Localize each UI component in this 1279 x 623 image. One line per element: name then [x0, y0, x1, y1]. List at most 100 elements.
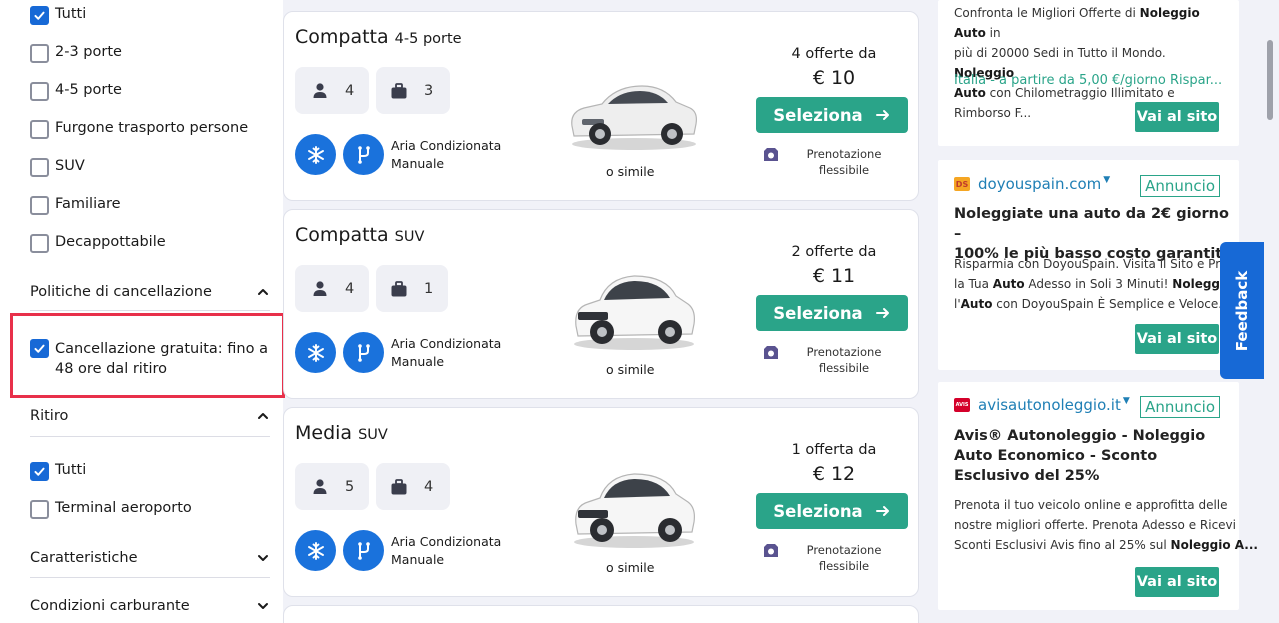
- checkbox-icon[interactable]: [30, 500, 49, 519]
- ad-desc-line: Confronta le Migliori Offerte di Noleggi…: [954, 3, 1224, 43]
- car-title: Compatta SUV: [295, 224, 424, 246]
- feature-ac: Aria Condizionata: [391, 534, 502, 549]
- car-image-suv: [574, 473, 695, 548]
- ad-text: Sconti Esclusivi Avis fino al 25% sul: [954, 538, 1171, 552]
- snowflake-icon: [295, 332, 336, 373]
- filter-pickup-terminal[interactable]: Terminal aeroporto: [30, 500, 192, 519]
- ad-text: l': [954, 297, 961, 311]
- person-icon: [313, 280, 327, 296]
- feedback-label: Feedback: [1233, 270, 1251, 351]
- ad-text-bold: Auto: [960, 297, 993, 311]
- filter-car-type-familiare[interactable]: Familiare: [30, 196, 121, 215]
- feature-transmission: Manuale: [391, 552, 445, 567]
- checkbox-icon[interactable]: [30, 158, 49, 177]
- car-features: Aria Condizionata Manuale: [391, 335, 501, 371]
- offers-count: 1 offerta da: [791, 442, 877, 458]
- feedback-tab[interactable]: Feedback: [1220, 242, 1264, 379]
- select-label: Seleziona: [773, 303, 863, 323]
- filter-car-type-2-3-porte[interactable]: 2-3 porte: [30, 44, 122, 63]
- visit-site-button[interactable]: Vai al sito: [1135, 102, 1219, 132]
- checkbox-checked-icon[interactable]: [30, 462, 49, 481]
- car-result-card[interactable]: Compatta 4-5 porte 4 3 Aria Condizionata M…: [283, 11, 919, 201]
- select-button[interactable]: Seleziona: [756, 295, 908, 331]
- flexible-line2: flessibile: [818, 163, 870, 177]
- caret-down-icon: ▼: [1103, 175, 1111, 185]
- arrow-right-icon: [875, 110, 889, 120]
- ad-desc-line: Risparmia con DoyouSpain. Visita il Sito…: [954, 257, 1236, 271]
- similar-label: o simile: [606, 164, 655, 179]
- section-header-features[interactable]: Caratteristiche: [30, 550, 270, 566]
- passengers-count: 4: [345, 82, 355, 99]
- checkbox-icon[interactable]: [30, 82, 49, 101]
- visit-site-button[interactable]: Vai al sito: [1135, 324, 1219, 354]
- ad-domain: avisautonoleggio.it: [978, 396, 1121, 414]
- ad-brand[interactable]: DS doyouspain.com ▼: [954, 175, 1110, 193]
- passengers-pill: 4: [295, 67, 369, 114]
- ad-text: in: [985, 26, 1001, 40]
- checkbox-icon[interactable]: [30, 196, 49, 215]
- avis-logo: AVIS: [954, 398, 970, 412]
- filter-label: Furgone trasporto persone: [55, 120, 249, 136]
- filter-car-type-furgone[interactable]: Furgone trasporto persone: [30, 120, 248, 139]
- ad-desc-line: l'Auto con DoyouSpain È Semplice e Veloc…: [954, 294, 1236, 314]
- chevron-down-icon: [258, 603, 268, 609]
- flexible-booking-icon: [764, 148, 778, 161]
- car-category: Compatta: [295, 224, 389, 246]
- ad-desc-line: nostre migliori offerte. Prenota Adesso …: [954, 518, 1236, 532]
- filter-label: Terminal aeroporto: [55, 500, 192, 516]
- car-image-suv: [574, 275, 695, 350]
- ad-headline-line: Auto Economico - Sconto: [954, 448, 1158, 464]
- passengers-count: 5: [345, 478, 355, 495]
- car-result-card[interactable]: Media SUV 5 4 Aria Condizionata Manuale o …: [283, 407, 919, 597]
- filter-label: SUV: [55, 158, 85, 174]
- checkbox-icon[interactable]: [30, 234, 49, 253]
- ad-brand[interactable]: AVIS avisautonoleggio.it ▼: [954, 396, 1130, 414]
- chevron-up-icon: [258, 413, 268, 419]
- ad-card[interactable]: AVIS avisautonoleggio.it ▼ Annuncio Avis®…: [938, 382, 1258, 610]
- passengers-count: 4: [345, 280, 355, 297]
- checkbox-checked-icon[interactable]: [30, 339, 49, 358]
- car-result-card-partial[interactable]: [283, 605, 919, 623]
- arrow-right-icon: [875, 506, 889, 516]
- select-button[interactable]: Seleziona: [756, 97, 908, 133]
- section-header-cancellation[interactable]: Politiche di cancellazione: [30, 284, 270, 300]
- bags-count: 4: [424, 478, 434, 495]
- visit-site-button[interactable]: Vai al sito: [1135, 567, 1219, 597]
- ad-sitelink[interactable]: Italia - a partire da 5,00 €/giorno Risp…: [954, 73, 1222, 88]
- flexible-line1: Prenotazione: [806, 345, 882, 359]
- flexible-line1: Prenotazione: [806, 543, 882, 557]
- flexible-booking-icon: [764, 346, 778, 359]
- ad-card[interactable]: Confronta le Migliori Offerte di Noleggi…: [938, 0, 1239, 146]
- checkbox-icon[interactable]: [30, 120, 49, 139]
- filter-free-cancellation[interactable]: Cancellazione gratuita: fino a 48 ore da…: [30, 339, 268, 379]
- ad-headline[interactable]: Avis® Autonoleggio - Noleggio Auto Econo…: [954, 426, 1234, 486]
- flexible-line2: flessibile: [818, 559, 870, 573]
- bags-pill: 1: [376, 265, 448, 312]
- checkbox-icon[interactable]: [30, 44, 49, 63]
- section-header-pickup[interactable]: Ritiro: [30, 408, 270, 424]
- filter-car-type-tutti[interactable]: Tutti: [30, 6, 86, 25]
- scrollbar-thumb[interactable]: [1267, 40, 1273, 120]
- snowflake-icon: [295, 134, 336, 175]
- checkbox-checked-icon[interactable]: [30, 6, 49, 25]
- feature-transmission: Manuale: [391, 156, 445, 171]
- ad-card[interactable]: DS doyouspain.com ▼ Annuncio Noleggiate u…: [938, 160, 1239, 370]
- divider: [30, 436, 270, 437]
- divider: [30, 310, 270, 311]
- bags-pill: 3: [376, 67, 450, 114]
- luggage-icon: [391, 280, 407, 296]
- ad-text: Adesso in Soli 3 Minuti!: [1024, 277, 1173, 291]
- filter-pickup-tutti[interactable]: Tutti: [30, 462, 86, 481]
- filter-car-type-suv[interactable]: SUV: [30, 158, 85, 177]
- car-result-card[interactable]: Compatta SUV 4 1 Aria Condizionata Manuale…: [283, 209, 919, 399]
- car-image-sedan: [571, 85, 697, 150]
- filter-car-type-4-5-porte[interactable]: 4-5 porte: [30, 82, 122, 101]
- select-button[interactable]: Seleziona: [756, 493, 908, 529]
- flexible-booking-icon: [764, 544, 778, 557]
- ad-text: Confronta le Migliori Offerte di: [954, 6, 1140, 20]
- filter-car-type-decappottabile[interactable]: Decappottabile: [30, 234, 166, 253]
- snowflake-icon: [295, 530, 336, 571]
- scrollbar[interactable]: [1262, 0, 1279, 623]
- manual-gear-icon: [343, 134, 384, 175]
- section-header-fuel[interactable]: Condizioni carburante: [30, 598, 270, 614]
